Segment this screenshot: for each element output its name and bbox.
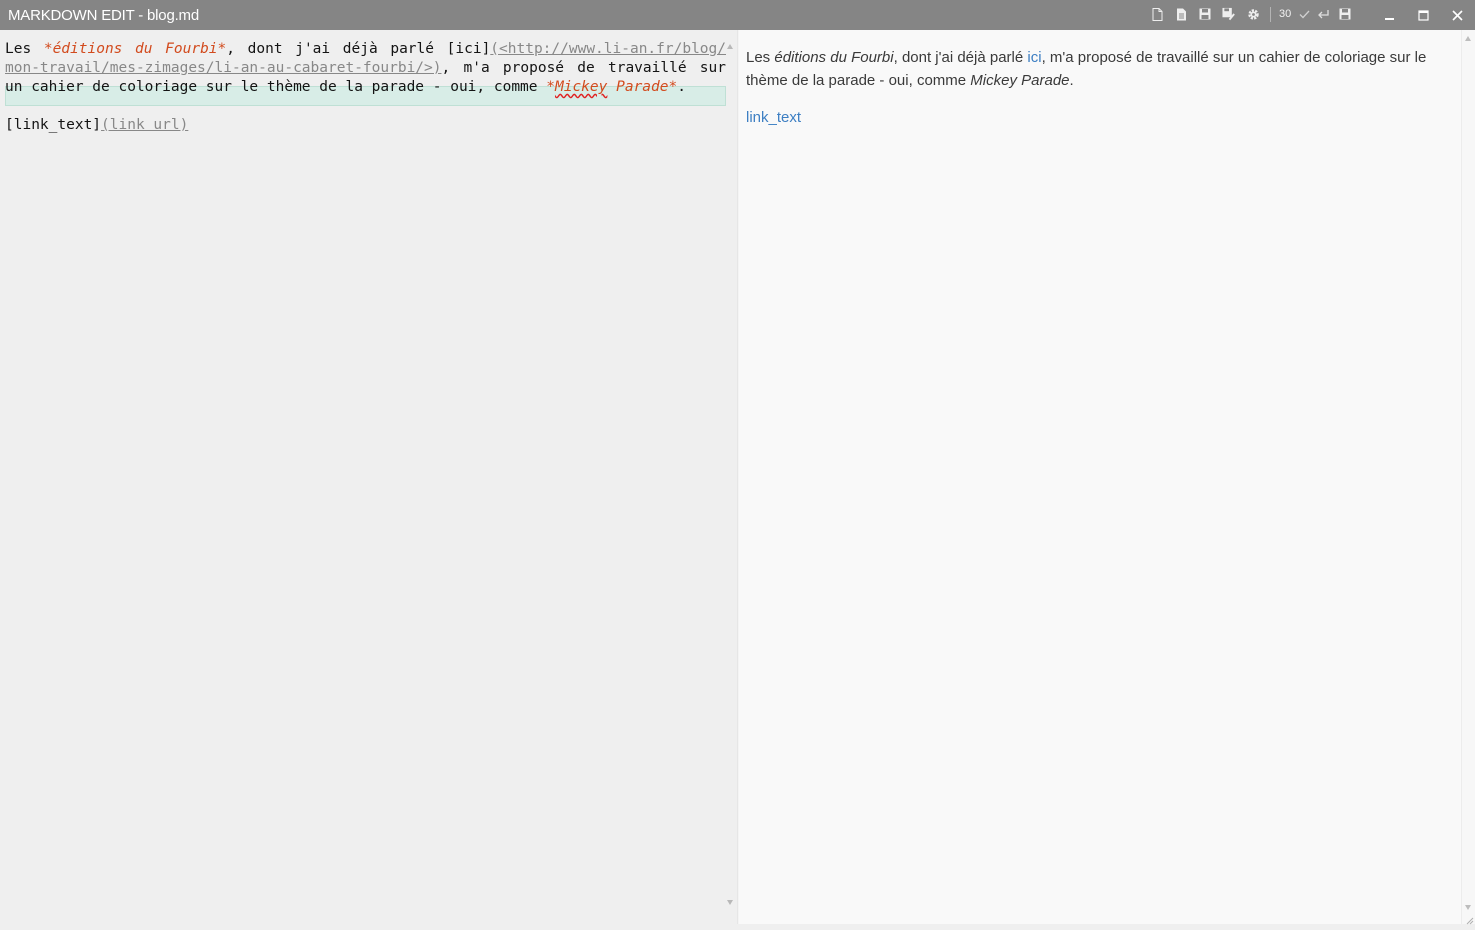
window-title: MARKDOWN EDIT - blog.md [8, 7, 199, 24]
maximize-icon[interactable] [1413, 5, 1433, 25]
editor-line-4 [5, 97, 726, 116]
preview-text-run: . [1069, 72, 1074, 89]
editor-url: (<http://www.li-an.fr/blog/ [490, 41, 726, 57]
preview-text-run: Les [746, 49, 775, 66]
title-bar: MARKDOWN EDIT - blog.md 30 [0, 0, 1475, 30]
editor-text-run: . [677, 79, 686, 95]
preview-scroll-up-icon[interactable] [1465, 36, 1471, 41]
spelling-error[interactable]: Mickey [555, 79, 607, 95]
save-as-icon[interactable] [1222, 7, 1236, 21]
preview-scroll-down-icon[interactable] [1465, 905, 1471, 910]
close-icon[interactable] [1447, 5, 1467, 25]
preview-text-run: , dont j'ai déjà parlé [893, 49, 1028, 66]
preview-link-text[interactable]: link_text [746, 109, 801, 126]
word-wrap-icon[interactable] [1316, 7, 1330, 21]
spell-check-icon[interactable] [1297, 7, 1311, 21]
editor-line-5: [link_text](link url) [5, 116, 726, 135]
editor-line-3: un cahier de coloriage sur le thème de l… [5, 78, 726, 97]
editor-emphasis: * [546, 79, 555, 95]
editor-text-run: , m'a proposé de travaillé sur [441, 60, 727, 76]
save-icon[interactable] [1198, 7, 1212, 21]
preview-scrollbar[interactable] [1461, 30, 1475, 924]
preview-paragraph: Les éditions du Fourbi, dont j'ai déjà p… [746, 46, 1446, 92]
editor-text[interactable]: Les *éditions du Fourbi*, dont j'ai déjà… [5, 40, 726, 135]
toolbar-separator [1270, 7, 1271, 22]
editor-line-2: mon-travail/mes-zimages/li-an-au-cabaret… [5, 59, 726, 78]
editor-text-run: , dont j'ai déjà parlé [ici] [226, 41, 491, 57]
preview-link-ici[interactable]: ici [1027, 49, 1041, 66]
editor-emphasis: *éditions du Fourbi* [43, 41, 227, 57]
new-file-icon[interactable] [1150, 7, 1164, 21]
preview-link-paragraph: link_text [746, 106, 801, 129]
editor-scroll-up-icon[interactable] [727, 44, 733, 49]
minimize-icon[interactable] [1379, 5, 1399, 25]
editor-emphasis: Parade* [607, 79, 678, 95]
resize-grip-icon[interactable] [1464, 912, 1474, 925]
auto-save-icon[interactable] [1338, 7, 1352, 21]
editor-text-run: [link_text] [5, 117, 102, 133]
editor-text-run: Les [5, 41, 44, 57]
editor-line-1: Les *éditions du Fourbi*, dont j'ai déjà… [5, 40, 726, 59]
editor-url: mon-travail/mes-zimages/li-an-au-cabaret… [5, 60, 442, 76]
editor-scroll-down-icon[interactable] [727, 900, 733, 905]
editor-text-run: un cahier de coloriage sur le thème de l… [5, 79, 547, 95]
preview-emphasis: Mickey Parade [970, 72, 1070, 89]
settings-icon[interactable] [1246, 7, 1260, 21]
editor-url: (link url) [101, 117, 189, 133]
preview-emphasis: éditions du Fourbi [774, 49, 894, 66]
font-size-indicator[interactable]: 30 [1279, 0, 1291, 30]
open-file-icon[interactable] [1174, 7, 1188, 21]
markdown-editor[interactable] [0, 30, 738, 924]
html-preview: Les éditions du Fourbi, dont j'ai déjà p… [739, 30, 1461, 924]
